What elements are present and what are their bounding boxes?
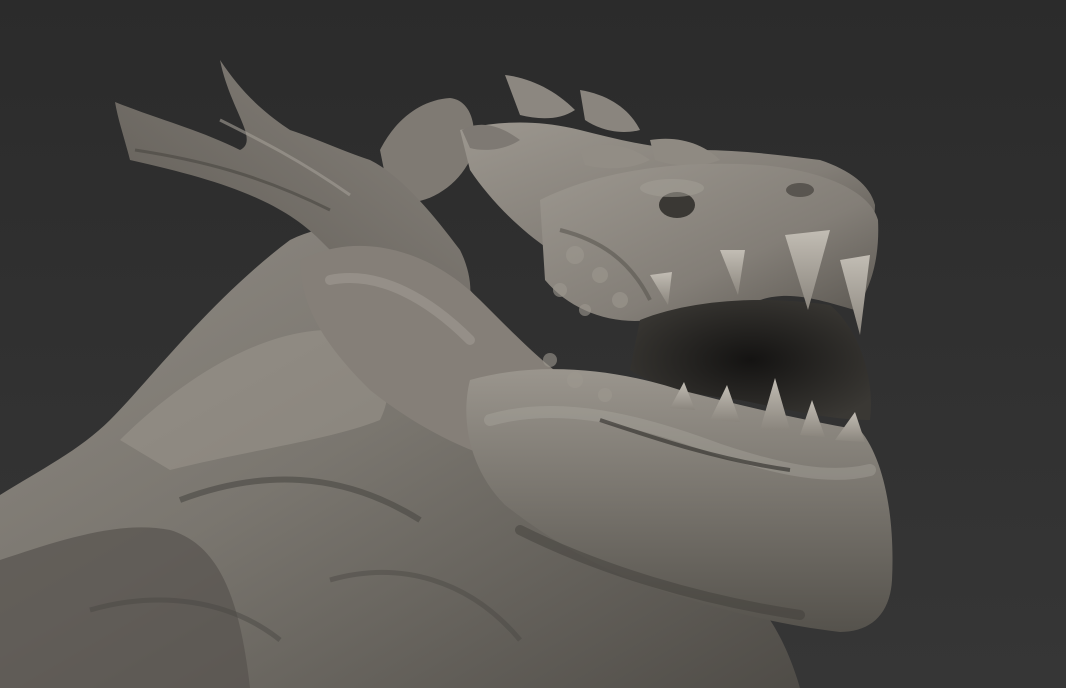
dragon-sculpt-render xyxy=(0,0,1066,688)
sculpt-viewport[interactable] xyxy=(0,0,1066,688)
eye-socket-ridge xyxy=(640,179,704,197)
nostril xyxy=(786,183,814,197)
